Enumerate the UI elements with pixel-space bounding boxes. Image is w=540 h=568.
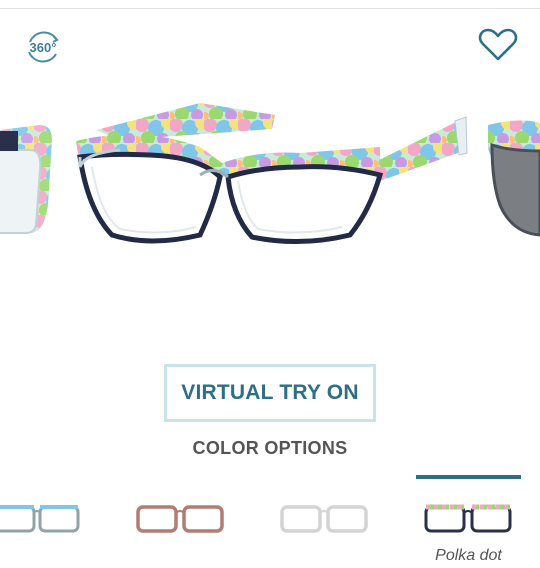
color-option-label: Polka dot [435, 547, 502, 564]
next-product-view[interactable] [488, 120, 540, 237]
color-option-2[interactable] [128, 475, 233, 568]
color-options-heading: COLOR OPTIONS [192, 438, 348, 458]
selected-indicator [416, 475, 521, 479]
360-label: 360° [30, 40, 57, 55]
360-view-icon[interactable]: 360° [24, 28, 62, 66]
previous-product-view[interactable] [0, 125, 52, 234]
heart-icon[interactable] [478, 28, 518, 62]
virtual-try-on-button[interactable]: VIRTUAL TRY ON [164, 364, 376, 422]
main-product-image [76, 103, 468, 244]
top-divider [0, 8, 540, 9]
product-image-carousel[interactable] [0, 95, 540, 265]
color-option-1[interactable] [0, 475, 93, 568]
virtual-try-on-label: VIRTUAL TRY ON [181, 381, 359, 404]
color-option-3[interactable] [272, 475, 377, 568]
color-option-4-selected[interactable]: Polka dot [416, 475, 521, 568]
